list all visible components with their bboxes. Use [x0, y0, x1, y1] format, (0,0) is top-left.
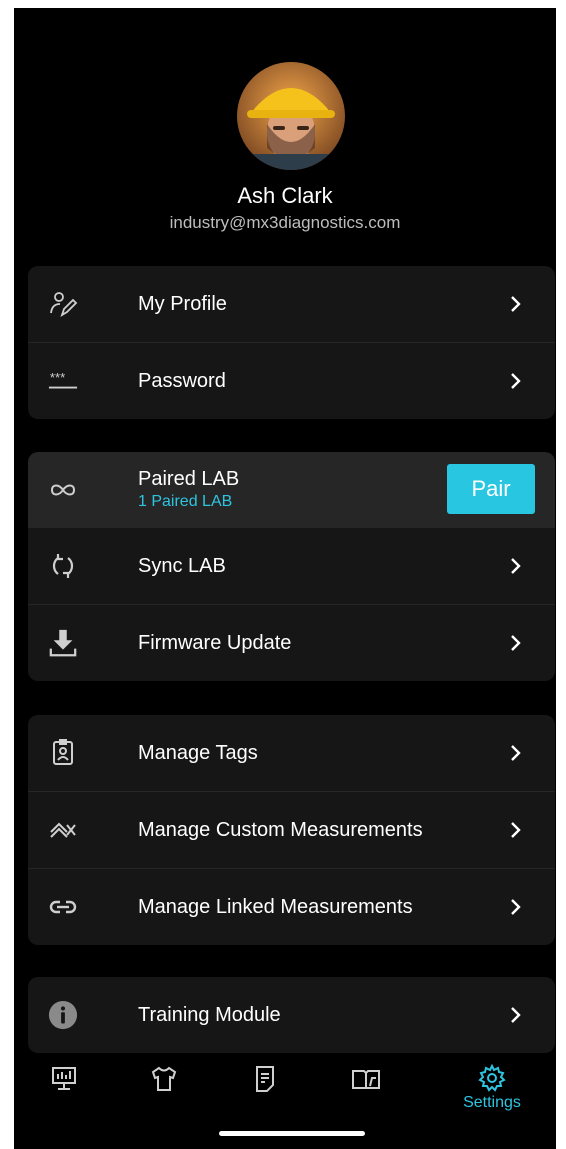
- paired-lab-row: Paired LAB 1 Paired LAB Pair: [28, 452, 555, 528]
- link-icon: [48, 892, 78, 922]
- firmware-update-label: Firmware Update: [138, 631, 292, 654]
- manage-tags-label: Manage Tags: [138, 741, 258, 764]
- infinity-link-icon: [48, 475, 78, 505]
- chevron-right-icon: [511, 373, 521, 389]
- settings-tab-label: Settings: [463, 1094, 521, 1111]
- password-label: Password: [138, 369, 226, 392]
- tab-settings[interactable]: Settings: [452, 1064, 532, 1114]
- manage-card: Manage Tags Manage Custom Measurements M…: [28, 715, 555, 945]
- avatar[interactable]: [237, 62, 345, 170]
- home-indicator[interactable]: [219, 1131, 365, 1136]
- chevron-right-icon: [511, 1007, 521, 1023]
- lab-card: Sync LAB Firmware Update: [28, 528, 555, 681]
- my-profile-label: My Profile: [138, 292, 227, 315]
- account-card: My Profile *** Password: [28, 266, 555, 419]
- info-icon: [48, 1000, 78, 1030]
- chevron-right-icon: [511, 822, 521, 838]
- pair-button[interactable]: Pair: [447, 464, 535, 514]
- settings-screen: Ash Clark industry@mx3diagnostics.com My…: [14, 8, 556, 1149]
- settings-icon: [478, 1064, 506, 1092]
- chevron-right-icon: [511, 745, 521, 761]
- tab-garment[interactable]: [124, 1064, 204, 1114]
- training-card: Training Module: [28, 977, 555, 1053]
- manage-custom-measurements-label: Manage Custom Measurements: [138, 818, 423, 841]
- profile-edit-icon: [48, 289, 78, 319]
- chevron-right-icon: [511, 635, 521, 651]
- paired-lab-count: 1 Paired LAB: [138, 493, 233, 510]
- svg-text:***: ***: [50, 370, 65, 385]
- paired-lab-label: Paired LAB: [138, 468, 240, 490]
- chevron-right-icon: [511, 899, 521, 915]
- password-row[interactable]: *** Password: [28, 343, 555, 419]
- book-icon: [352, 1070, 380, 1089]
- tab-dashboard[interactable]: [24, 1064, 104, 1114]
- manage-tags-row[interactable]: Manage Tags: [28, 715, 555, 792]
- tab-library[interactable]: [326, 1064, 406, 1114]
- shirt-icon: [151, 1066, 177, 1091]
- double-chevron-icon: [48, 815, 78, 845]
- download-icon: [48, 628, 78, 658]
- document-icon: [256, 1066, 274, 1092]
- sync-lab-row[interactable]: Sync LAB: [28, 528, 555, 605]
- dashboard-icon: [52, 1067, 76, 1090]
- tab-reports[interactable]: [225, 1064, 305, 1114]
- manage-linked-measurements-label: Manage Linked Measurements: [138, 895, 413, 918]
- training-module-row[interactable]: Training Module: [28, 977, 555, 1053]
- chevron-right-icon: [511, 296, 521, 312]
- bottom-tab-bar: Settings: [14, 1058, 556, 1122]
- training-module-label: Training Module: [138, 1003, 281, 1026]
- manage-linked-measurements-row[interactable]: Manage Linked Measurements: [28, 869, 555, 945]
- firmware-update-row[interactable]: Firmware Update: [28, 605, 555, 681]
- sync-icon: [48, 551, 78, 581]
- profile-email: industry@mx3diagnostics.com: [169, 213, 401, 232]
- manage-custom-measurements-row[interactable]: Manage Custom Measurements: [28, 792, 555, 869]
- password-icon: ***: [48, 366, 78, 396]
- sync-lab-label: Sync LAB: [138, 554, 226, 577]
- my-profile-row[interactable]: My Profile: [28, 266, 555, 343]
- chevron-right-icon: [511, 558, 521, 574]
- profile-name: Ash Clark: [237, 183, 333, 208]
- id-badge-icon: [48, 738, 78, 768]
